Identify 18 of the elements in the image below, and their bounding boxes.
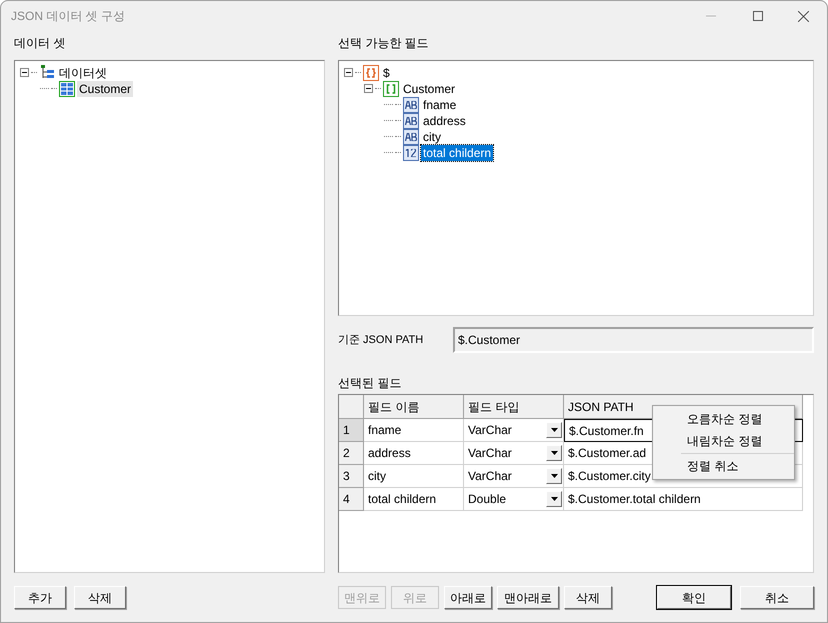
row-header: 3 [339, 465, 364, 488]
table-cell: fname [364, 419, 464, 442]
panel-label: 선택 가능한 필드 [338, 35, 430, 52]
table-cell-text: VarChar [468, 468, 513, 484]
row-header: 1 [339, 419, 364, 442]
table-cell: $.Customer.total childern [564, 488, 803, 512]
table-cell-text: Double [468, 491, 508, 508]
table-cell-text: VarChar [468, 445, 513, 462]
row-header: 4 [339, 488, 364, 512]
table-cell: address [364, 442, 464, 466]
table-cell: city [364, 465, 464, 488]
window-title: JSON 데이터 셋 구성 [11, 8, 126, 24]
base-path-label: 기준 JSON PATH [338, 333, 424, 348]
row-header: 2 [339, 442, 364, 466]
table-cell-text: VarChar [468, 422, 513, 438]
table-cell: total childern [364, 488, 464, 512]
panel-label: 데이터 셋 [14, 35, 66, 52]
section-label: 선택된 필드 [338, 376, 402, 390]
